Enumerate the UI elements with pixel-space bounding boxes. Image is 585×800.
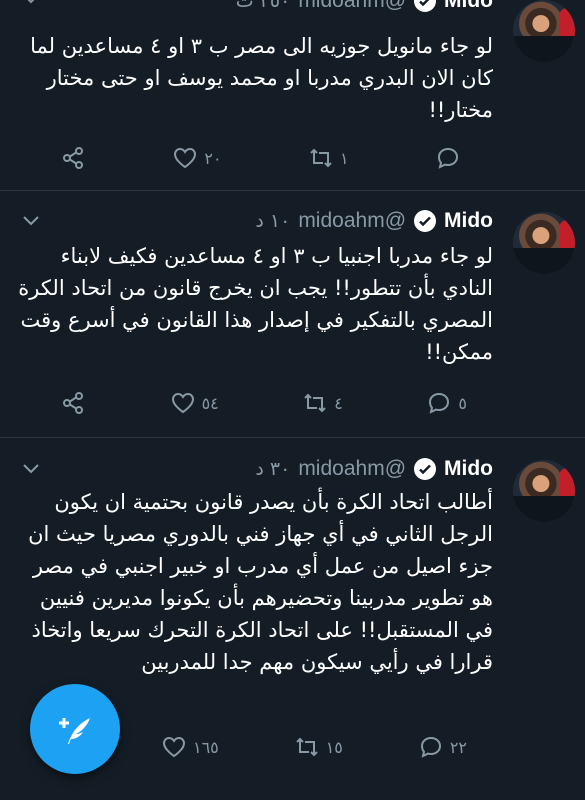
tweet-actions: ٢٢ ١٥ ١٦٥ [60, 730, 467, 764]
retweet-count: ٤ [334, 393, 343, 413]
tweet-text: لو جاء مانويل جوزيه الى مصر ب ٣ او ٤ مسا… [30, 34, 493, 122]
reply-button[interactable] [435, 145, 467, 171]
retweet-icon [310, 148, 332, 168]
handle[interactable]: @midoahm [298, 457, 406, 481]
verified-badge-icon [414, 0, 437, 12]
share-icon [63, 147, 83, 169]
reply-count: ٥ [458, 393, 467, 413]
tweet-actions: ١ ٢٠ [60, 141, 467, 175]
like-count: ١٦٥ [192, 737, 219, 757]
heart-icon [162, 736, 185, 758]
retweet-icon [295, 737, 318, 757]
share-button[interactable] [60, 145, 86, 171]
timestamp: ٣٥٠ ث [235, 0, 291, 12]
avatar[interactable] [513, 212, 575, 274]
like-count: ٥٤ [201, 393, 219, 413]
avatar[interactable] [513, 460, 575, 522]
retweet-button[interactable]: ٤ [302, 390, 343, 416]
reply-button[interactable]: ٥ [426, 390, 467, 416]
like-button[interactable]: ٢٠ [172, 145, 222, 171]
like-button[interactable]: ٥٤ [170, 390, 219, 416]
like-count: ٢٠ [204, 148, 222, 168]
retweet-count: ١٥ [325, 737, 343, 757]
reply-button[interactable]: ٢٢ [418, 734, 467, 760]
reply-icon [420, 736, 441, 758]
avatar[interactable] [513, 0, 575, 62]
retweet-button[interactable]: ١ [308, 145, 349, 171]
chevron-down-icon[interactable] [20, 458, 42, 480]
reply-count: ٢٢ [449, 737, 467, 757]
retweet-icon [304, 393, 326, 413]
display-name[interactable]: Mido [444, 457, 493, 481]
retweet-button[interactable]: ١٥ [294, 734, 343, 760]
compose-tweet-icon [59, 718, 90, 744]
heart-icon [174, 147, 197, 169]
share-button[interactable] [60, 390, 86, 416]
reply-icon [429, 392, 450, 414]
display-name[interactable]: Mido [444, 0, 493, 13]
verified-badge-icon [414, 458, 437, 480]
tweet-1[interactable]: Mido @midoahm ٣٥٠ ث لو جاء مانويل جوزيه … [0, 0, 585, 191]
chevron-down-icon[interactable] [20, 0, 42, 10]
share-icon [63, 392, 84, 414]
reply-icon [437, 147, 459, 169]
like-button[interactable]: ١٦٥ [161, 734, 219, 760]
tweet-2[interactable]: Mido @midoahm ١٠ د لو جاء مدربا اجنبيا ب… [0, 192, 585, 438]
display-name[interactable]: Mido [444, 209, 493, 233]
tweet-text: أطالب اتحاد الكرة بأن يصدر قانون بحتمية … [28, 490, 493, 674]
verified-badge-icon [414, 210, 437, 232]
timestamp: ٣٠ د [255, 458, 291, 480]
tweet-actions: ٥ ٤ ٥٤ [60, 386, 467, 420]
compose-tweet-button[interactable] [30, 684, 120, 774]
heart-icon [171, 392, 194, 414]
chevron-down-icon[interactable] [20, 210, 42, 232]
tweet-text: لو جاء مدربا اجنبيا ب ٣ او ٤ مساعدين فكي… [18, 244, 493, 364]
retweet-count: ١ [340, 148, 349, 168]
timestamp: ١٠ د [255, 210, 291, 232]
handle[interactable]: @midoahm [298, 209, 406, 233]
handle[interactable]: @midoahm [298, 0, 406, 13]
